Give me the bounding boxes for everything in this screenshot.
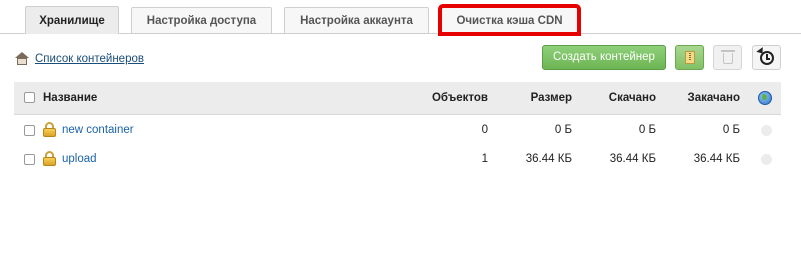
create-container-button[interactable]: Создать контейнер — [542, 45, 666, 70]
downloaded-value: 0 Б — [638, 124, 656, 136]
size-value: 36.44 КБ — [525, 153, 572, 165]
archive-icon — [685, 51, 695, 64]
container-list-link[interactable]: Список контейнеров — [35, 53, 144, 65]
column-size[interactable]: Размер — [494, 82, 572, 114]
column-objects[interactable]: Объектов — [409, 82, 488, 114]
delete-button[interactable] — [713, 45, 742, 70]
breadcrumb: Список контейнеров — [15, 50, 144, 68]
objects-count: 0 — [481, 124, 488, 136]
uploaded-value: 36.44 КБ — [693, 153, 740, 165]
lock-icon — [43, 122, 56, 137]
downloaded-value: 36.44 КБ — [609, 153, 656, 165]
column-downloaded[interactable]: Скачано — [578, 82, 656, 114]
table-row: new container 0 0 Б 0 Б 0 Б — [14, 116, 781, 144]
home-icon — [15, 52, 29, 66]
tab-bar: Хранилище Настройка доступа Настройка ак… — [0, 0, 801, 40]
objects-count: 1 — [481, 153, 488, 165]
tab-storage[interactable]: Хранилище — [25, 6, 119, 34]
container-name-link[interactable]: upload — [62, 145, 97, 173]
column-name[interactable]: Название — [43, 82, 97, 114]
globe-icon[interactable] — [758, 91, 772, 105]
tab-cdn-cache-purge[interactable]: Очистка кэша CDN — [438, 4, 581, 36]
column-uploaded[interactable]: Закачано — [662, 82, 740, 114]
status-dot[interactable] — [761, 154, 772, 165]
table-header: Название Объектов Размер Скачано Закачан… — [14, 82, 781, 115]
select-all-checkbox[interactable] — [24, 92, 35, 103]
container-name-link[interactable]: new container — [62, 116, 134, 144]
history-button[interactable] — [752, 45, 781, 70]
tab-account-settings[interactable]: Настройка аккаунта — [284, 7, 429, 33]
lock-icon — [43, 151, 56, 166]
uploaded-value: 0 Б — [722, 124, 740, 136]
row-checkbox[interactable] — [24, 154, 35, 165]
size-value: 0 Б — [554, 124, 572, 136]
row-checkbox[interactable] — [24, 125, 35, 136]
tab-access-settings[interactable]: Настройка доступа — [131, 7, 272, 33]
archive-button[interactable] — [675, 45, 704, 70]
status-dot[interactable] — [761, 125, 772, 136]
table-row: upload 1 36.44 КБ 36.44 КБ 36.44 КБ — [14, 145, 781, 173]
